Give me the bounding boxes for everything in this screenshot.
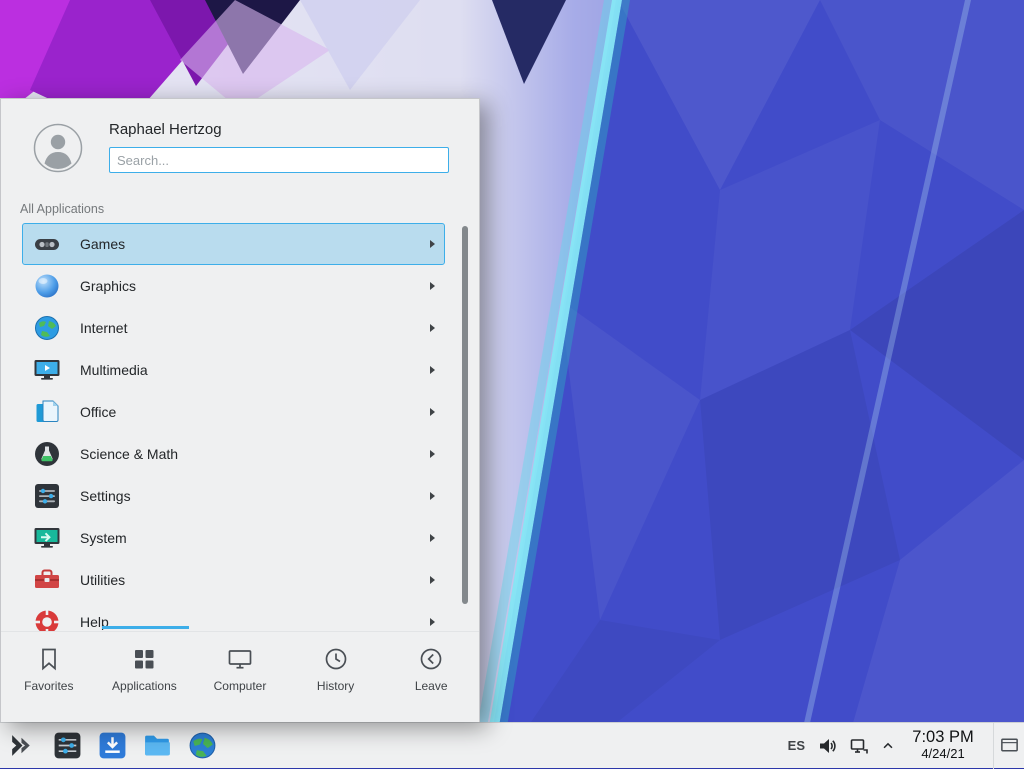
keyboard-layout-indicator[interactable]: ES	[788, 738, 805, 753]
tab-applications[interactable]: Applications	[97, 632, 193, 722]
software-center-icon[interactable]	[97, 730, 128, 761]
tab-label: History	[317, 679, 354, 693]
section-label: All Applications	[20, 202, 104, 216]
category-label: Science & Math	[80, 446, 430, 462]
gamepad-icon	[32, 229, 62, 259]
chevron-right-icon	[430, 534, 435, 542]
clock-icon	[323, 646, 349, 672]
office-icon	[32, 397, 62, 427]
application-launcher: Raphael Hertzog All Applications Games	[0, 98, 480, 722]
category-label: Utilities	[80, 572, 430, 588]
category-label: Games	[80, 236, 430, 252]
show-desktop-icon	[999, 735, 1020, 756]
toolbox-icon	[32, 565, 62, 595]
chevron-right-icon	[430, 450, 435, 458]
system-tray: ES 7:03 PM 4/24/21	[788, 723, 1024, 769]
category-label: Internet	[80, 320, 430, 336]
category-utilities[interactable]: Utilities	[22, 559, 445, 601]
search-input[interactable]	[109, 147, 449, 173]
graphics-icon	[32, 271, 62, 301]
web-browser-icon[interactable]	[187, 730, 218, 761]
tray-expander-caret-icon[interactable]	[881, 739, 895, 753]
tab-label: Computer	[214, 679, 267, 693]
tab-label: Applications	[112, 679, 177, 693]
category-label: Graphics	[80, 278, 430, 294]
tab-computer[interactable]: Computer	[192, 632, 288, 722]
digital-clock[interactable]: 7:03 PM 4/24/21	[907, 728, 979, 762]
user-name: Raphael Hertzog	[109, 121, 222, 138]
file-manager-icon[interactable]	[142, 730, 173, 761]
chevron-right-icon	[430, 324, 435, 332]
taskbar: ES 7:03 PM 4/24/21	[0, 722, 1024, 768]
chevron-right-icon	[430, 618, 435, 626]
tab-favorites[interactable]: Favorites	[1, 632, 97, 722]
category-multimedia[interactable]: Multimedia	[22, 349, 445, 391]
network-icon[interactable]	[849, 736, 869, 756]
active-tab-indicator	[102, 626, 189, 629]
category-settings[interactable]: Settings	[22, 475, 445, 517]
chevron-right-icon	[430, 282, 435, 290]
help-icon	[32, 607, 62, 631]
chevron-right-icon	[430, 240, 435, 248]
scrollbar[interactable]	[462, 226, 468, 604]
settings-icon	[32, 481, 62, 511]
volume-icon[interactable]	[817, 736, 837, 756]
leave-icon	[418, 646, 444, 672]
multimedia-icon	[32, 355, 62, 385]
category-label: Settings	[80, 488, 430, 504]
category-help[interactable]: Help	[22, 601, 445, 631]
show-desktop-button[interactable]	[993, 723, 1024, 769]
avatar[interactable]	[33, 123, 83, 173]
bookmark-icon	[36, 646, 62, 672]
category-system[interactable]: System	[22, 517, 445, 559]
taskbar-launchers	[0, 730, 218, 761]
category-label: Multimedia	[80, 362, 430, 378]
category-science-math[interactable]: Science & Math	[22, 433, 445, 475]
category-graphics[interactable]: Graphics	[22, 265, 445, 307]
clock-time: 7:03 PM	[907, 728, 979, 746]
globe-icon	[32, 313, 62, 343]
tab-leave[interactable]: Leave	[383, 632, 479, 722]
tab-history[interactable]: History	[288, 632, 384, 722]
chevron-right-icon	[430, 408, 435, 416]
system-settings-icon[interactable]	[52, 730, 83, 761]
category-list: Games Graphics	[1, 221, 479, 631]
grid-icon	[131, 646, 157, 672]
clock-date: 4/24/21	[907, 747, 979, 762]
monitor-icon	[227, 646, 253, 672]
chevron-right-icon	[430, 492, 435, 500]
category-label: Office	[80, 404, 430, 420]
category-label: System	[80, 530, 430, 546]
system-icon	[32, 523, 62, 553]
tab-label: Leave	[415, 679, 448, 693]
tab-label: Favorites	[24, 679, 73, 693]
chevron-right-icon	[430, 366, 435, 374]
category-internet[interactable]: Internet	[22, 307, 445, 349]
application-launcher-button[interactable]	[7, 730, 38, 761]
chevron-right-icon	[430, 576, 435, 584]
launcher-footer: Favorites Applications Computer History …	[1, 631, 479, 722]
science-icon	[32, 439, 62, 469]
category-games[interactable]: Games	[22, 223, 445, 265]
category-office[interactable]: Office	[22, 391, 445, 433]
